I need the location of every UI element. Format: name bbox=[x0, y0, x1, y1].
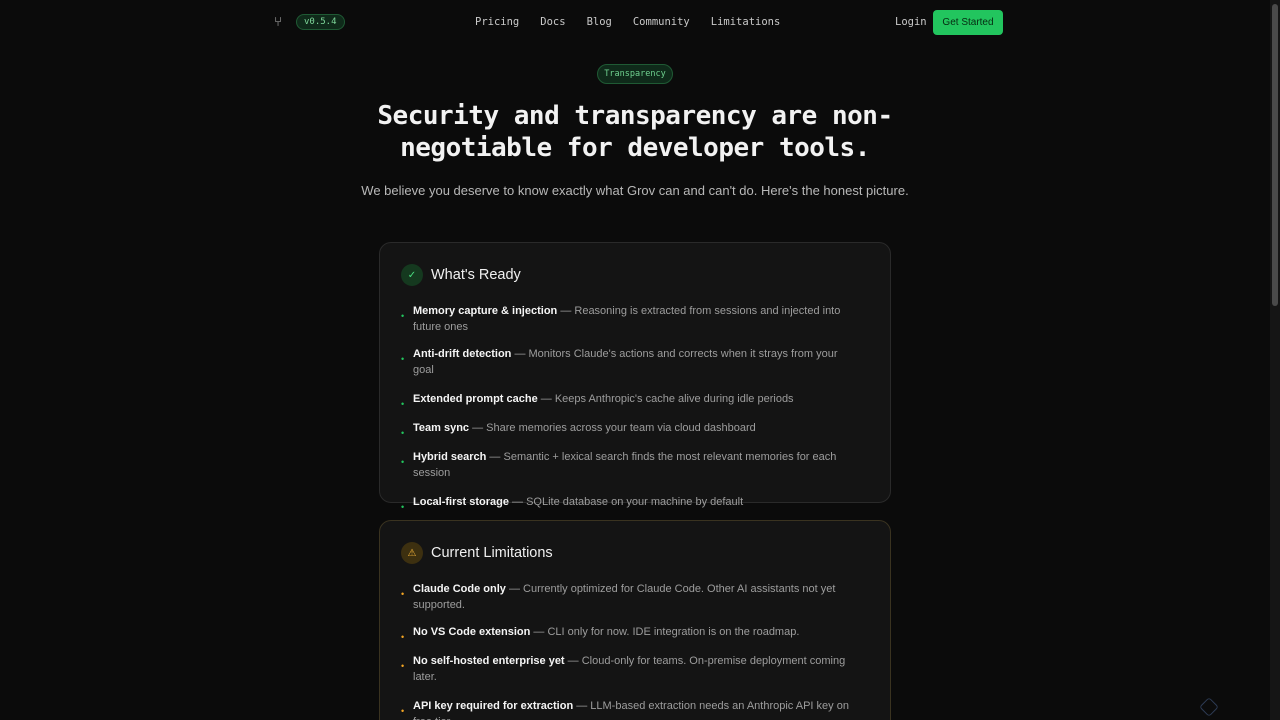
ready-list: • Memory capture & injection — Reasoning … bbox=[401, 303, 861, 512]
bullet-icon: • bbox=[401, 502, 405, 512]
whats-ready-header: ✓ What's Ready bbox=[401, 263, 521, 287]
bullet-icon: • bbox=[401, 399, 405, 409]
bullet-icon: • bbox=[401, 311, 405, 321]
item-description: — SQLite database on your machine by def… bbox=[508, 496, 744, 508]
nav-link-community[interactable]: Community bbox=[633, 16, 690, 28]
whats-ready-title: What's Ready bbox=[431, 267, 521, 283]
get-started-button[interactable]: Get Started bbox=[933, 10, 1003, 35]
limitations-title: Current Limitations bbox=[431, 545, 553, 561]
bullet-icon: • bbox=[401, 706, 405, 716]
item-title: No self-hosted enterprise yet bbox=[413, 655, 565, 667]
nav-link-limitations[interactable]: Limitations bbox=[711, 16, 781, 28]
current-limitations-card: ⚠ Current Limitations • Claude Code only … bbox=[379, 520, 891, 720]
nav-link-blog[interactable]: Blog bbox=[587, 16, 612, 28]
watermark-logo-icon bbox=[1199, 697, 1219, 717]
item-title: Extended prompt cache bbox=[413, 393, 538, 405]
limitations-header: ⚠ Current Limitations bbox=[401, 541, 553, 565]
item-description: — Share memories across your team via cl… bbox=[469, 422, 756, 434]
limitations-list: • Claude Code only — Currently optimized … bbox=[401, 581, 861, 720]
version-badge: v0.5.4 bbox=[296, 14, 345, 30]
whats-ready-card: ✓ What's Ready • Memory capture & injecti… bbox=[379, 242, 891, 512]
warning-icon: ⚠ bbox=[401, 542, 423, 564]
item-title: Local-first storage bbox=[413, 496, 509, 508]
page: ⑂ v0.5.4 Pricing Docs Blog Community Lim… bbox=[0, 0, 1280, 720]
list-item: • No VS Code extension — CLI only for now… bbox=[401, 624, 861, 642]
bullet-icon: • bbox=[401, 589, 405, 599]
nav-links: Pricing Docs Blog Community Limitations bbox=[475, 16, 780, 28]
login-link[interactable]: Login bbox=[895, 16, 927, 28]
bullet-icon: • bbox=[401, 661, 405, 671]
list-item: • No self-hosted enterprise yet — Cloud-o… bbox=[401, 653, 861, 685]
list-item: • Local-first storage — SQLite database o… bbox=[401, 494, 861, 512]
check-icon: ✓ bbox=[401, 264, 423, 286]
item-title: Team sync bbox=[413, 422, 470, 434]
list-item: • Extended prompt cache — Keeps Anthropic… bbox=[401, 391, 861, 409]
list-item: • Claude Code only — Currently optimized … bbox=[401, 581, 861, 613]
transparency-pill: Transparency bbox=[597, 64, 673, 84]
item-description: — Keeps Anthropic's cache alive during i… bbox=[537, 393, 794, 405]
top-nav: ⑂ v0.5.4 Pricing Docs Blog Community Lim… bbox=[0, 0, 1270, 44]
scrollbar-thumb[interactable] bbox=[1272, 4, 1278, 306]
list-item: • Team sync — Share memories across your … bbox=[401, 420, 861, 438]
bullet-icon: • bbox=[401, 457, 405, 467]
bullet-icon: • bbox=[401, 428, 405, 438]
bullet-icon: • bbox=[401, 354, 405, 364]
fork-icon[interactable]: ⑂ bbox=[272, 14, 284, 30]
bullet-icon: • bbox=[401, 632, 405, 642]
list-item: • Hybrid search — Semantic + lexical sear… bbox=[401, 449, 861, 481]
item-title: Hybrid search bbox=[413, 451, 487, 463]
item-title: API key required for extraction bbox=[413, 700, 574, 712]
item-title: Claude Code only bbox=[413, 583, 506, 595]
nav-link-pricing[interactable]: Pricing bbox=[475, 16, 519, 28]
item-title: Memory capture & injection bbox=[413, 305, 558, 317]
item-title: No VS Code extension bbox=[413, 626, 531, 638]
list-item: • Memory capture & injection — Reasoning … bbox=[401, 303, 861, 335]
item-title: Anti-drift detection bbox=[413, 348, 512, 360]
page-subtitle: We believe you deserve to know exactly w… bbox=[361, 183, 909, 198]
list-item: • Anti-drift detection — Monitors Claude'… bbox=[401, 346, 861, 378]
list-item: • API key required for extraction — LLM-b… bbox=[401, 698, 861, 720]
page-title: Security and transparency are non-negoti… bbox=[377, 101, 893, 163]
nav-link-docs[interactable]: Docs bbox=[540, 16, 565, 28]
item-description: — CLI only for now. IDE integration is o… bbox=[530, 626, 800, 638]
watermark bbox=[1199, 697, 1272, 717]
